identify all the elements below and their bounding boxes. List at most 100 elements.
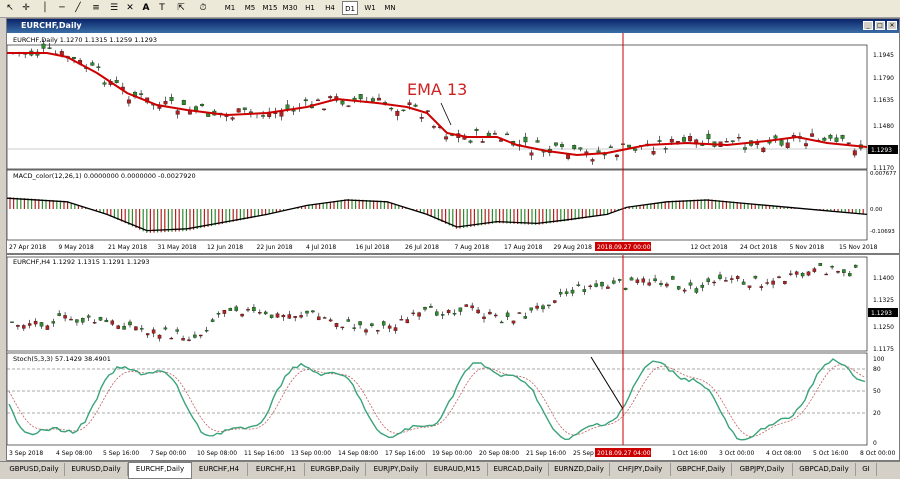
timeframe-d1[interactable]: D1: [342, 1, 358, 15]
tab-gbpjpy-daily[interactable]: GBPJPY,Daily: [732, 463, 793, 476]
date-axis-label: 31 May 2018: [158, 244, 197, 251]
candle-body: [358, 94, 363, 100]
candle-body: [657, 140, 662, 142]
candle-body: [72, 57, 76, 59]
tab-chfjpy-daily[interactable]: CHFJPY,Daily: [610, 463, 671, 476]
candle-body: [242, 107, 247, 110]
candle-body: [419, 117, 424, 119]
tab-eurnzd-daily[interactable]: EURNZD,Daily: [549, 463, 610, 476]
cursor-icon[interactable]: ↖: [4, 1, 16, 15]
trendline-icon[interactable]: ╱: [72, 1, 84, 15]
label-tool-icon[interactable]: T: [156, 1, 168, 15]
timeframe-w1[interactable]: W1: [362, 1, 378, 15]
candle-body: [578, 147, 583, 150]
h4-candle-body: [853, 264, 858, 268]
h4-candle-body: [134, 326, 138, 331]
h4-candle-body: [848, 273, 852, 277]
candle-body: [773, 135, 778, 139]
h4-candle-body: [181, 338, 185, 341]
candle-body: [90, 62, 95, 66]
date-axis-label: 12 Oct 2018: [691, 244, 728, 251]
h4-candle-body: [712, 281, 716, 284]
macd-axis-label: 0.00: [870, 207, 883, 213]
tab-gbpusd-daily[interactable]: GBPUSD,Daily: [4, 463, 65, 476]
timeframe-m15[interactable]: M15: [262, 1, 278, 15]
tab-eurusd-daily[interactable]: EURUSD,Daily: [65, 463, 128, 476]
date-axis-label: 17 Aug 2018: [504, 244, 543, 251]
h4-current-price-label: 1.1293: [871, 310, 892, 317]
h4-candle-body: [263, 311, 268, 315]
candle-body: [804, 143, 808, 147]
h4-candle-body: [747, 285, 752, 288]
tab-gbpcad-daily[interactable]: GBPCAD,Daily: [793, 463, 856, 476]
vertical-line-icon[interactable]: │: [40, 1, 50, 15]
h4-candle-body: [110, 320, 115, 325]
fibonacci-icon[interactable]: ☰: [108, 1, 120, 15]
date-axis-label: 15 Nov 2018: [839, 244, 878, 251]
candle-body: [553, 142, 558, 146]
h4-candle-body: [435, 311, 439, 316]
h4-candle-body: [517, 312, 522, 314]
tab-gbpchf-daily[interactable]: GBPCHF,Daily: [671, 463, 732, 476]
h4-candle-body: [594, 283, 598, 287]
close-icon[interactable]: ✕: [887, 21, 897, 30]
candle-body: [291, 109, 296, 112]
tab-eurchf-h1[interactable]: EURCHF,H1: [248, 463, 305, 476]
h4-date-axis-label: 7 Sep 00:00: [150, 450, 186, 457]
tab-gi[interactable]: GI: [856, 463, 877, 476]
h4-candle-body: [505, 312, 510, 317]
h4-candle-body: [635, 279, 640, 283]
tab-eurchf-daily[interactable]: EURCHF,Daily: [128, 462, 192, 479]
candle-body: [468, 140, 473, 143]
h4-date-axis-label: 11 Sep 16:00: [244, 450, 284, 457]
h4-candle-body: [446, 309, 451, 314]
candle-body: [401, 109, 406, 112]
price-axis-label: 1.1480: [873, 123, 894, 130]
h4-candle-body: [340, 326, 345, 329]
date-axis-label: 16 Jul 2018: [356, 244, 390, 251]
chart-window-eurchf-daily[interactable]: EURCHF,Daily _ □ ✕ 1.1945 1.1790 1.1635 1.1…: [6, 18, 900, 254]
channel-icon[interactable]: ≡: [90, 1, 102, 15]
timeframe-h4[interactable]: H4: [322, 1, 338, 15]
chart-window-title: EURCHF,Daily: [7, 19, 899, 33]
h4-chart-area[interactable]: 1.14001.13251.12931.12501.11751.1293 100…: [7, 255, 899, 460]
text-tool-icon[interactable]: A: [140, 1, 152, 15]
candle-body: [810, 133, 815, 137]
candle-body: [444, 136, 449, 140]
tab-euraud-m15[interactable]: EURAUD,M15: [427, 463, 488, 476]
h4-candle-body: [724, 280, 728, 282]
tab-eurgbp-daily[interactable]: EURGBP,Daily: [305, 463, 366, 476]
h4-candle-body: [665, 283, 669, 287]
timeframe-mn[interactable]: MN: [382, 1, 398, 15]
period-dropdown-icon[interactable]: ⏱: [196, 1, 210, 15]
candle-body: [706, 133, 711, 140]
date-axis-label: 24 Oct 2018: [740, 244, 777, 251]
h4-candle-body: [706, 278, 710, 283]
timeframe-h1[interactable]: H1: [302, 1, 318, 15]
h4-candle-body: [800, 272, 805, 277]
stochastic-axis-label: 100: [873, 356, 885, 363]
candle-body: [535, 140, 540, 143]
h4-price-axis-label: 1.1175: [873, 346, 894, 353]
maximize-icon[interactable]: □: [875, 21, 885, 30]
timeframe-m5[interactable]: M5: [242, 1, 258, 15]
h4-candle-body: [423, 307, 427, 310]
minimize-icon[interactable]: _: [863, 21, 873, 30]
candle-body: [663, 148, 668, 150]
tab-eurjpy-daily[interactable]: EURJPY,Daily: [366, 463, 427, 476]
daily-chart-area[interactable]: 1.19451.17901.16351.14801.12931.11701.12…: [7, 33, 899, 253]
h4-candle-body: [393, 327, 398, 331]
crosshair-tool-icon[interactable]: ✛: [20, 1, 32, 15]
h4-candle-body: [45, 325, 50, 330]
chart-window-eurchf-h4[interactable]: 1.14001.13251.12931.12501.11751.1293 100…: [6, 254, 900, 461]
tab-eurchf-h4[interactable]: EURCHF,H4: [191, 463, 248, 476]
horizontal-line-icon[interactable]: ─: [56, 1, 68, 15]
candle-body: [846, 142, 851, 144]
arrows-tool-icon[interactable]: ⇱: [174, 1, 188, 15]
tab-eurcad-daily[interactable]: EURCAD,Daily: [488, 463, 549, 476]
h4-candle-body: [523, 316, 528, 319]
timeframe-m30[interactable]: M30: [282, 1, 298, 15]
timeframe-m1[interactable]: M1: [222, 1, 238, 15]
gann-icon[interactable]: ✕: [124, 1, 136, 15]
h4-candle-body: [258, 312, 262, 314]
